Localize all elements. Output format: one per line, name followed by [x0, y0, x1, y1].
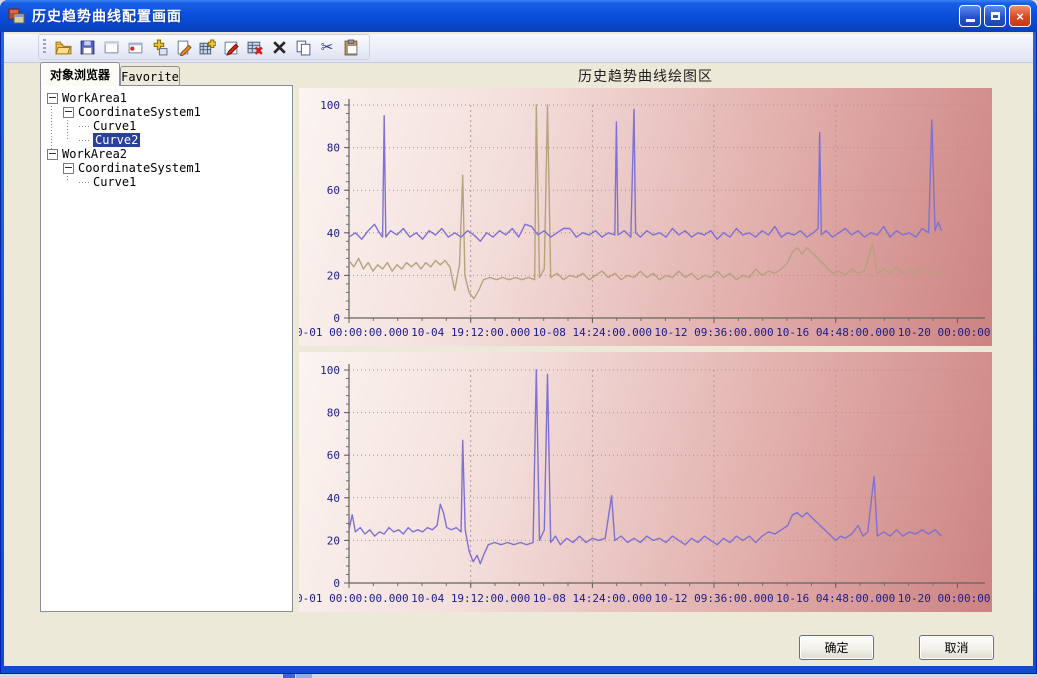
chart-area-title: 历史趋势曲线绘图区	[299, 66, 992, 86]
new-icon[interactable]	[99, 36, 123, 58]
svg-text:20: 20	[327, 534, 340, 547]
svg-text:10-01 00:00:00.000: 10-01 00:00:00.000	[299, 326, 409, 339]
tree-expander-icon[interactable]	[63, 163, 74, 174]
object-browser-panel: WorkArea1CoordinateSystem1Curve1Curve2Wo…	[40, 85, 293, 612]
svg-text:0: 0	[333, 577, 340, 590]
tree-item-curve2[interactable]: Curve2	[41, 133, 292, 147]
tree[interactable]: WorkArea1CoordinateSystem1Curve1Curve2Wo…	[41, 86, 292, 611]
svg-text:100: 100	[320, 99, 340, 112]
taskbar-fragment	[283, 674, 295, 678]
add-item-icon[interactable]	[147, 36, 171, 58]
save-icon[interactable]	[75, 36, 99, 58]
top-chart: 10-01 00:00:00.00010-04 19:12:00.00010-0…	[299, 88, 992, 346]
taskbar-fragment	[296, 674, 312, 678]
open-icon[interactable]	[51, 36, 75, 58]
svg-text:60: 60	[327, 449, 340, 462]
svg-text:20: 20	[327, 269, 340, 282]
svg-text:10-08 14:24:00.000: 10-08 14:24:00.000	[533, 326, 652, 339]
form-icon[interactable]	[123, 36, 147, 58]
svg-text:10-04 19:12:00.000: 10-04 19:12:00.000	[411, 592, 530, 605]
app-window: 历史趋势曲线配置画面 ×	[0, 0, 1037, 674]
tree-connector	[79, 182, 90, 183]
paste-icon[interactable]	[339, 36, 363, 58]
tree-item-curve1[interactable]: Curve1	[41, 175, 292, 189]
tab-object-browser[interactable]: 对象浏览器	[40, 62, 120, 86]
cut-icon[interactable]: ✂	[315, 36, 339, 58]
tree-item-label: Curve1	[93, 175, 136, 189]
tree-item-label: WorkArea1	[62, 91, 127, 105]
desktop-sliver	[0, 674, 1037, 678]
svg-text:40: 40	[327, 227, 340, 240]
tree-item-workarea2[interactable]: WorkArea2	[41, 147, 292, 161]
close-icon: ×	[1016, 9, 1024, 24]
svg-text:10-12 09:36:00.000: 10-12 09:36:00.000	[654, 326, 773, 339]
tree-guide	[67, 117, 68, 140]
delete-icon[interactable]	[267, 36, 291, 58]
chart-region: 历史趋势曲线绘图区 10-01 00:00:00.00010-04 19:12:…	[299, 62, 992, 618]
svg-text:10-16 04:48:00.000: 10-16 04:48:00.000	[776, 326, 895, 339]
minimize-icon	[966, 19, 975, 22]
tree-expander-icon[interactable]	[47, 149, 58, 160]
svg-text:80: 80	[327, 407, 340, 420]
maximize-icon	[991, 12, 1000, 20]
svg-text:10-16 04:48:00.000: 10-16 04:48:00.000	[776, 592, 895, 605]
add-table-icon[interactable]	[195, 36, 219, 58]
toolbar-grip-handle[interactable]	[43, 39, 46, 55]
tree-item-label: WorkArea2	[62, 147, 127, 161]
tree-connector	[79, 140, 90, 141]
tree-item-curve1[interactable]: Curve1	[41, 119, 292, 133]
svg-text:0: 0	[333, 312, 340, 325]
tree-expander-icon[interactable]	[47, 93, 58, 104]
chart-bottom-panel: 10-01 00:00:00.00010-04 19:12:00.00010-0…	[299, 352, 992, 612]
close-button[interactable]: ×	[1009, 5, 1031, 27]
tree-connector	[79, 126, 90, 127]
tree-item-coordinatesystem1[interactable]: CoordinateSystem1	[41, 105, 292, 119]
tree-item-label: Curve2	[93, 133, 140, 147]
tree-expander-icon[interactable]	[63, 107, 74, 118]
tab-favorite[interactable]: Favorite	[120, 66, 180, 86]
tree-item-label: CoordinateSystem1	[78, 105, 201, 119]
edit-icon[interactable]	[171, 36, 195, 58]
tree-item-label: Curve1	[93, 119, 136, 133]
screen: 历史趋势曲线配置画面 ×	[0, 0, 1037, 678]
tree-item-workarea1[interactable]: WorkArea1	[41, 91, 292, 105]
chart-top-panel: 10-01 00:00:00.00010-04 19:12:00.00010-0…	[299, 88, 992, 346]
delete-table-icon[interactable]	[243, 36, 267, 58]
tree-item-coordinatesystem1[interactable]: CoordinateSystem1	[41, 161, 292, 175]
svg-text:10-20 00:00:00.000: 10-20 00:00:00.000	[898, 592, 992, 605]
svg-text:80: 80	[327, 142, 340, 155]
cancel-button[interactable]: 取消	[919, 635, 994, 660]
svg-text:60: 60	[327, 184, 340, 197]
svg-text:10-20 00:00:00.000: 10-20 00:00:00.000	[898, 326, 992, 339]
ok-button[interactable]: 确定	[799, 635, 874, 660]
window-title: 历史趋势曲线配置画面	[32, 6, 182, 26]
tree-guide	[67, 173, 68, 182]
copy-icon[interactable]	[291, 36, 315, 58]
minimize-button[interactable]	[959, 5, 981, 27]
svg-text:10-04 19:12:00.000: 10-04 19:12:00.000	[411, 326, 530, 339]
app-icon	[8, 7, 26, 25]
svg-text:40: 40	[327, 492, 340, 505]
maximize-button[interactable]	[984, 5, 1006, 27]
bottom-chart: 10-01 00:00:00.00010-04 19:12:00.00010-0…	[299, 352, 992, 612]
tree-item-label: CoordinateSystem1	[78, 161, 201, 175]
toolbar: ✂	[38, 34, 370, 60]
title-bar[interactable]: 历史趋势曲线配置画面 ×	[0, 0, 1037, 32]
svg-text:10-01 00:00:00.000: 10-01 00:00:00.000	[299, 592, 409, 605]
svg-text:10-12 09:36:00.000: 10-12 09:36:00.000	[654, 592, 773, 605]
tree-guide	[51, 103, 52, 154]
svg-text:100: 100	[320, 364, 340, 377]
edit-form-icon[interactable]	[219, 36, 243, 58]
svg-text:10-08 14:24:00.000: 10-08 14:24:00.000	[533, 592, 652, 605]
